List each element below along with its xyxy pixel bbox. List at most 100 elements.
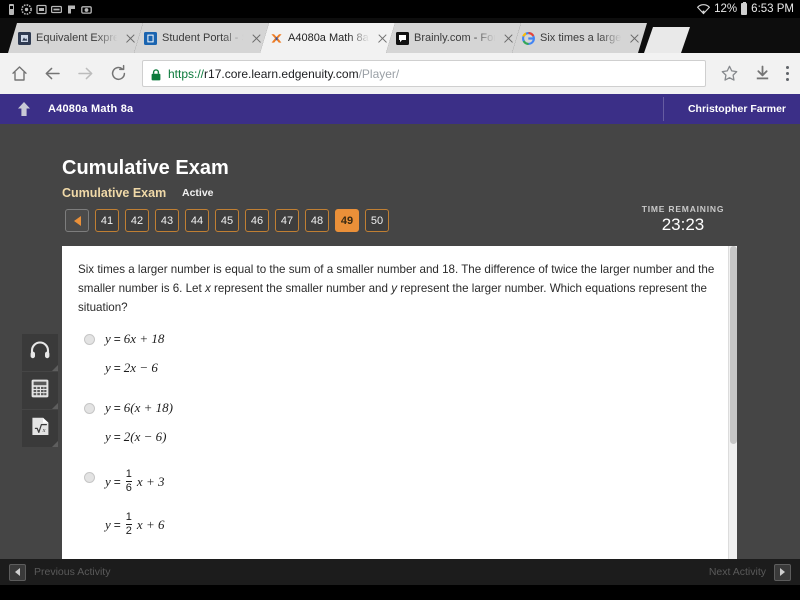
equation-operator: = xyxy=(113,517,121,532)
exam-body: Cumulative Exam Cumulative Exam Active 4… xyxy=(0,124,800,559)
star-icon[interactable] xyxy=(720,64,739,83)
equation: y = 1 6 x + 3 xyxy=(105,469,164,494)
browser-tab-2[interactable]: A4080a Math 8a - E xyxy=(260,23,395,53)
next-activity-label: Next Activity xyxy=(708,566,766,578)
url-scheme: https:// xyxy=(168,66,205,81)
android-status-bar: 12% 6:53 PM xyxy=(0,0,800,18)
equation-rhs: x + 3 xyxy=(136,473,165,489)
portal-icon xyxy=(144,32,157,45)
question-button-49[interactable]: 49 xyxy=(335,209,359,232)
equation-lhs: y xyxy=(105,331,111,347)
question-card: Six times a larger number is equal to th… xyxy=(62,246,737,559)
close-icon[interactable] xyxy=(628,32,641,45)
previous-activity-label: Previous Activity xyxy=(34,566,111,578)
browser-tab-0[interactable]: Equivalent Expressio xyxy=(8,23,143,53)
question-text-part2: represent the smaller number and xyxy=(210,282,392,296)
equation-lhs: y xyxy=(105,360,111,376)
answer-choices: y = 6x + 18 y = 2x − 6 y = 6(x + 18) y =… xyxy=(62,317,737,559)
course-name: A4080a Math 8a xyxy=(48,103,134,115)
browser-tab-3[interactable]: Brainly.com - For stu xyxy=(386,23,521,53)
equation-operator: = xyxy=(113,430,121,445)
answer-choice-c[interactable]: y = 1 6 x + 3 y = 1 2 x + 6 xyxy=(84,469,721,537)
kebab-menu-icon[interactable] xyxy=(786,65,790,83)
new-tab-button[interactable] xyxy=(644,27,690,53)
download-icon[interactable] xyxy=(753,64,772,83)
previous-question-icon xyxy=(73,215,81,226)
next-activity-group[interactable]: Next Activity xyxy=(708,563,791,581)
time-remaining: TIME REMAINING 23:23 xyxy=(608,204,758,235)
home-arrow-icon[interactable] xyxy=(14,99,34,119)
equation-rhs: 6x + 18 xyxy=(123,331,165,347)
battery-icon xyxy=(741,2,748,15)
question-button-47[interactable]: 47 xyxy=(275,209,299,232)
keyboard-icon xyxy=(50,4,63,15)
close-icon[interactable] xyxy=(250,32,263,45)
question-navigation: 41 42 43 44 45 46 47 48 49 50 xyxy=(65,209,389,232)
battery-percent-label: 12% xyxy=(714,3,738,15)
clock-label: 6:53 PM xyxy=(751,3,794,15)
question-button-44[interactable]: 44 xyxy=(185,209,209,232)
status-bar-indicators: 12% 6:53 PM xyxy=(696,2,794,15)
formula-sheet-tool-button[interactable]: x xyxy=(22,410,58,447)
audio-tool-button[interactable] xyxy=(22,334,58,371)
user-name[interactable]: Christopher Farmer xyxy=(688,103,786,115)
google-icon xyxy=(522,32,535,45)
svg-text:x: x xyxy=(41,426,45,433)
equation-operator: = xyxy=(113,332,121,347)
previous-activity-icon xyxy=(15,568,20,576)
next-activity-icon xyxy=(780,568,785,576)
home-icon[interactable] xyxy=(10,64,29,83)
url-text: https://r17.core.learn.edgenuity.com/Pla… xyxy=(168,67,399,81)
equation-lhs: y xyxy=(105,429,111,445)
question-button-48[interactable]: 48 xyxy=(305,209,329,232)
radio-button[interactable] xyxy=(84,472,95,484)
equation-rhs: 2(x − 6) xyxy=(123,429,167,445)
forward-arrow-icon xyxy=(76,64,95,83)
time-remaining-value: 23:23 xyxy=(661,215,705,234)
reload-icon[interactable] xyxy=(109,64,128,83)
question-button-43[interactable]: 43 xyxy=(155,209,179,232)
browser-toolbar: https://r17.core.learn.edgenuity.com/Pla… xyxy=(0,53,800,94)
content-scrollbar[interactable] xyxy=(728,246,737,559)
brainly-icon xyxy=(396,32,409,45)
close-icon[interactable] xyxy=(502,32,515,45)
browser-tab-4[interactable]: Six times a larger nu xyxy=(512,23,647,53)
settings-gear-icon xyxy=(21,3,32,15)
next-activity-button[interactable] xyxy=(774,563,791,581)
document-icon xyxy=(18,32,31,45)
sim-icon xyxy=(6,3,17,15)
answer-choice-a[interactable]: y = 6x + 18 y = 2x − 6 xyxy=(84,331,721,376)
radio-button[interactable] xyxy=(84,334,95,346)
previous-question-button[interactable] xyxy=(65,209,89,232)
question-button-42[interactable]: 42 xyxy=(125,209,149,232)
browser-tab-title: Brainly.com - For stu xyxy=(414,32,497,44)
equation-lhs: y xyxy=(105,516,111,532)
radio-button[interactable] xyxy=(84,403,95,415)
lock-icon xyxy=(151,68,161,80)
headphones-icon xyxy=(29,340,51,365)
browser-tab-title: A4080a Math 8a - E xyxy=(288,32,369,44)
wifi-icon xyxy=(696,3,711,15)
equation-lhs: y xyxy=(105,473,111,489)
equation-rhs: 6(x + 18) xyxy=(123,400,173,416)
address-bar[interactable]: https://r17.core.learn.edgenuity.com/Pla… xyxy=(142,60,706,87)
previous-activity-button[interactable] xyxy=(9,563,26,581)
equation: y = 6x + 18 xyxy=(105,331,164,347)
previous-activity-group[interactable]: Previous Activity xyxy=(9,563,111,581)
close-icon[interactable] xyxy=(124,32,137,45)
scrollbar-thumb[interactable] xyxy=(730,246,737,444)
calculator-tool-button[interactable] xyxy=(22,372,58,409)
exam-subtitle: Cumulative Exam xyxy=(62,186,167,200)
question-button-46[interactable]: 46 xyxy=(245,209,269,232)
question-button-50[interactable]: 50 xyxy=(365,209,389,232)
formula-sheet-icon: x xyxy=(30,416,51,442)
close-icon[interactable] xyxy=(376,32,389,45)
back-arrow-icon[interactable] xyxy=(43,64,62,83)
question-button-41[interactable]: 41 xyxy=(95,209,119,232)
question-button-45[interactable]: 45 xyxy=(215,209,239,232)
toolbar-right-actions xyxy=(720,64,790,83)
answer-choice-b[interactable]: y = 6(x + 18) y = 2(x − 6) xyxy=(84,400,721,445)
status-badge: Active xyxy=(182,187,214,199)
browser-tab-1[interactable]: Student Portal - SPS xyxy=(134,23,269,53)
choice-equations: y = 6(x + 18) y = 2(x − 6) xyxy=(105,400,173,445)
